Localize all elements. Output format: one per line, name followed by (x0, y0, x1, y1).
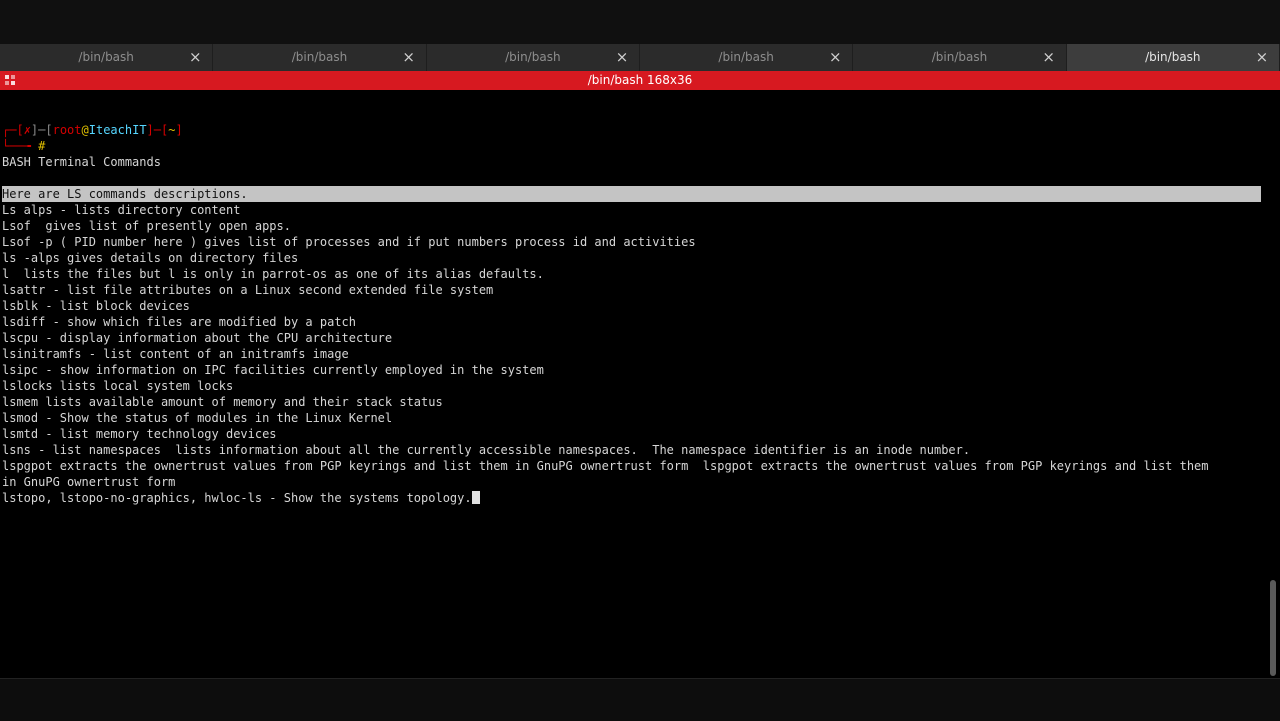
terminal-line: lsipc - show information on IPC faciliti… (2, 363, 544, 377)
current-line-text: lstopo, lstopo-no-graphics, hwloc-ls - S… (2, 491, 472, 505)
terminal-line: lsmem lists available amount of memory a… (2, 395, 443, 409)
terminal-line: lslocks lists local system locks (2, 379, 234, 393)
terminal-line: Ls alps - lists directory content (2, 203, 241, 217)
tab-label: /bin/bash (1145, 50, 1201, 64)
tab-bash-5[interactable]: /bin/bash × (853, 44, 1067, 71)
desktop-bottom-bar (0, 678, 1280, 721)
prompt-status: ✗ (23, 123, 31, 137)
prompt-at: @ (81, 123, 89, 137)
tab-bash-6-active[interactable]: /bin/bash × (1066, 44, 1280, 71)
prompt-sep: ]─[ (30, 123, 53, 137)
terminal-line: lspgpot extracts the ownertrust values f… (2, 459, 1209, 473)
terminal-line-current: lstopo, lstopo-no-graphics, hwloc-ls - S… (2, 490, 1261, 506)
terminal-line: ls -alps gives details on directory file… (2, 251, 299, 265)
terminal-line-selected: Here are LS commands descriptions. (2, 186, 1261, 202)
tab-label: /bin/bash (78, 50, 134, 64)
terminal-line: Lsof gives list of presently open apps. (2, 219, 291, 233)
terminal-line: lsns - list namespaces lists information… (2, 443, 971, 457)
terminal-line: BASH Terminal Commands (2, 155, 161, 169)
tab-label: /bin/bash (718, 50, 774, 64)
tab-bash-1[interactable]: /bin/bash × (0, 44, 214, 71)
tab-label: /bin/bash (291, 50, 348, 64)
terminal-line: Lsof -p ( PID number here ) gives list o… (2, 235, 696, 249)
terminal-output[interactable]: ┌─[✗]─[root@IteachIT]─[~] └──╼ # BASH Te… (0, 90, 1280, 678)
tab-bash-4[interactable]: /bin/bash × (640, 44, 854, 71)
close-icon[interactable]: × (615, 44, 629, 71)
close-icon[interactable]: × (1255, 44, 1269, 71)
close-icon[interactable]: × (1042, 44, 1056, 71)
terminal-line: l lists the files but l is only in parro… (2, 267, 544, 281)
terminal-line: lscpu - display information about the CP… (2, 331, 393, 345)
tab-label: /bin/bash (505, 50, 561, 64)
scrollbar-thumb[interactable] (1270, 580, 1276, 676)
terminal-line: lsmtd - list memory technology devices (2, 427, 277, 441)
prompt-symbol: # (38, 139, 46, 153)
window-title-bar: /bin/bash 168x36 (0, 71, 1280, 90)
terminal-line: lsinitramfs - list content of an initram… (2, 347, 349, 361)
terminal-line: lsattr - list file attributes on a Linux… (2, 283, 494, 297)
terminal-line: lsmod - Show the status of modules in th… (2, 411, 393, 425)
prompt-user: root (52, 123, 82, 137)
prompt-line-1: ┌─[✗]─[root@IteachIT]─[~] (2, 122, 1261, 138)
tab-bar: /bin/bash × /bin/bash × /bin/bash × /bin… (0, 44, 1280, 71)
prompt-open: ┌─[ (2, 123, 24, 137)
prompt-sep: ]─[ (146, 123, 169, 137)
tab-bash-2[interactable]: /bin/bash × (213, 44, 427, 71)
terminal-text-block: BASH Terminal Commands Here are LS comma… (2, 154, 1261, 506)
terminal-line: in GnuPG ownertrust form (2, 475, 176, 489)
terminal-line: lsdiff - show which files are modified b… (2, 315, 357, 329)
prompt-line-2: └──╼ # (2, 138, 1261, 154)
prompt-host: IteachIT (88, 123, 147, 137)
terminal-line: lsblk - list block devices (2, 299, 190, 313)
window-title: /bin/bash 168x36 (587, 73, 693, 87)
scrollbar[interactable] (1270, 92, 1276, 676)
close-icon[interactable]: × (828, 44, 842, 71)
tab-label: /bin/bash (931, 50, 988, 64)
close-icon[interactable]: × (188, 44, 202, 71)
close-icon[interactable]: × (402, 44, 416, 71)
desktop-top-bar (0, 0, 1280, 44)
prompt-close: ] (175, 123, 183, 137)
text-cursor (471, 491, 480, 504)
tab-bash-3[interactable]: /bin/bash × (427, 44, 640, 71)
window-menu-icon[interactable] (5, 75, 16, 86)
prompt-corner: └──╼ (2, 139, 39, 153)
